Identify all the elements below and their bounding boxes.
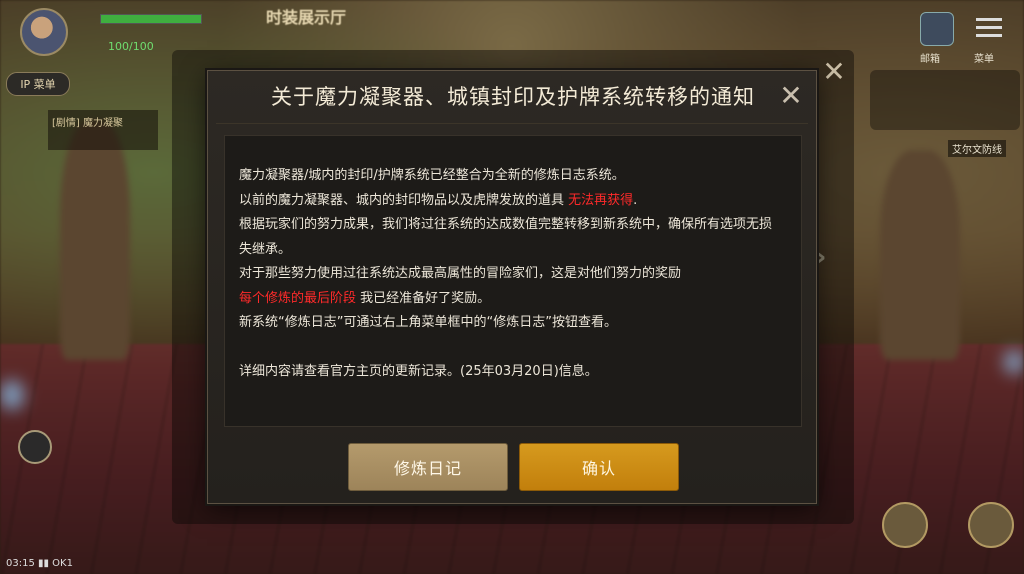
hp-bar xyxy=(100,14,202,24)
bottom-right-menu[interactable] xyxy=(880,500,1020,570)
notice-line-2: 以前的魔力凝聚器、城内的封印物品以及虎牌发放的道具 无法再获得. xyxy=(239,189,783,214)
menu-pill-button[interactable]: IP 菜单 xyxy=(6,72,70,96)
notice-line-2-text: 以前的魔力凝聚器、城内的封印物品以及虎牌发放的道具 xyxy=(239,192,569,208)
mail-label: 邮箱 xyxy=(920,54,940,65)
npc-name-label: 艾尔文防线 xyxy=(948,140,1006,157)
training-journal-button[interactable]: 修炼日记 xyxy=(348,443,508,491)
close-icon[interactable]: ✕ xyxy=(778,82,804,110)
status-bar-bottom-left: 03:15 ▮▮ OK1 xyxy=(6,558,73,569)
outer-close-icon[interactable]: ✕ xyxy=(820,58,848,86)
tree-left xyxy=(60,120,130,360)
quest-tracker[interactable]: [剧情] 魔力凝聚 xyxy=(48,110,158,150)
notice-content: 魔力凝聚器/城内的封印/护牌系统已经整合为全新的修炼日志系统。 以前的魔力凝聚器… xyxy=(224,135,802,427)
top-right-icon-strip[interactable] xyxy=(870,70,1020,130)
menu-label: 菜单 xyxy=(974,54,994,65)
mail-icon[interactable] xyxy=(920,12,954,46)
hamburger-menu-icon[interactable] xyxy=(976,18,1002,40)
glow-orb-left xyxy=(0,380,24,410)
bag-icon[interactable] xyxy=(968,502,1014,548)
chat-icon[interactable] xyxy=(18,430,52,464)
notice-line-7: 详细内容请查看官方主页的更新记录。(25年03月20日)信息。 xyxy=(239,363,598,379)
notice-line-2-end: . xyxy=(633,192,638,208)
hp-text: 100/100 xyxy=(108,40,154,53)
confirm-button[interactable]: 确认 xyxy=(519,443,679,491)
player-avatar[interactable] xyxy=(20,8,68,56)
notice-line-3: 根据玩家们的努力成果，我们将过往系统的达成数值完整转移到新系统中，确保所有选项无… xyxy=(239,217,773,257)
location-title: 时装展示厅 xyxy=(266,8,347,27)
notice-dialog: 关于魔力凝聚器、城镇封印及护牌系统转移的通知 ✕ 魔力凝聚器/城内的封印/护牌系… xyxy=(207,70,817,504)
notice-line-5: 每个修炼的最后阶段 我已经准备好了奖励。 xyxy=(239,287,783,312)
glow-orb-right xyxy=(1004,350,1024,374)
tree-right xyxy=(880,150,960,360)
dialog-title: 关于魔力凝聚器、城镇封印及护牌系统转移的通知 xyxy=(271,85,755,109)
notice-line-5-text: 我已经准备好了奖励。 xyxy=(356,290,491,306)
highlight-final-stage: 每个修炼的最后阶段 xyxy=(239,290,357,306)
highlight-unobtainable: 无法再获得 xyxy=(568,192,634,208)
shop-icon[interactable] xyxy=(882,502,928,548)
title-divider xyxy=(216,123,808,124)
notice-line-6: 新系统“修炼日志”可通过右上角菜单框中的“修炼日志”按钮查看。 xyxy=(239,315,617,330)
notice-line-1: 魔力凝聚器/城内的封印/护牌系统已经整合为全新的修炼日志系统。 xyxy=(239,168,625,183)
notice-line-4: 对于那些努力使用过往系统达成最高属性的冒险家们，这是对他们努力的奖励 xyxy=(239,266,682,281)
